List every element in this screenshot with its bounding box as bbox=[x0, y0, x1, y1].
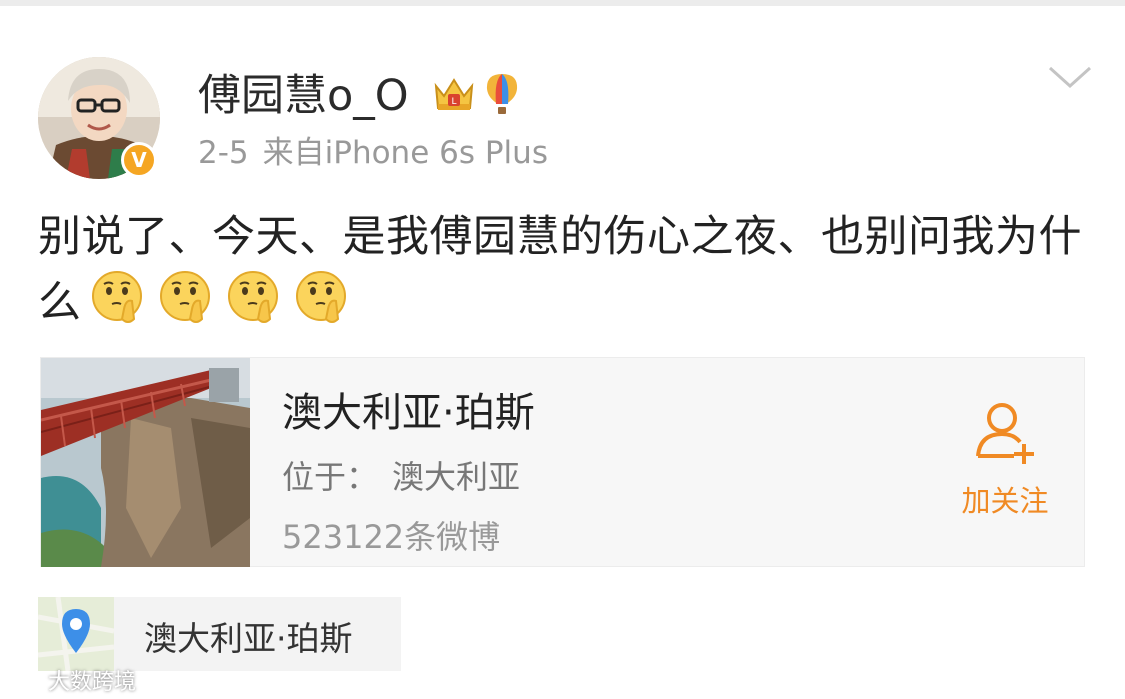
username[interactable]: 傅园慧o_O bbox=[198, 68, 409, 124]
svg-text:L: L bbox=[451, 97, 456, 107]
follow-label: 加关注 bbox=[961, 484, 1049, 518]
location-card-region: 位于： 澳大利亚 bbox=[282, 452, 520, 498]
add-user-icon bbox=[970, 403, 1040, 472]
post-count: 523122条微博 bbox=[282, 518, 501, 556]
post-text: 别说了、今天、是我傅园慧的伤心之夜、也别问我为什么 bbox=[38, 206, 1083, 345]
watermark-logo-icon bbox=[8, 670, 44, 695]
thinking-face-icon bbox=[292, 269, 350, 345]
post-source[interactable]: 来自iPhone 6s Plus bbox=[263, 135, 548, 171]
watermark-text: 大数跨境 bbox=[48, 670, 137, 695]
watermark: 大数跨境 bbox=[8, 664, 136, 696]
location-tag[interactable]: 澳大利亚·珀斯 bbox=[38, 597, 401, 671]
thinking-face-icon bbox=[156, 269, 214, 345]
crown-icon[interactable]: L bbox=[432, 74, 476, 118]
user-badges: L bbox=[432, 72, 520, 120]
location-card-title: 澳大利亚·珀斯 bbox=[282, 390, 535, 436]
top-divider bbox=[0, 0, 1125, 6]
follow-button[interactable]: 加关注 bbox=[945, 398, 1065, 528]
location-label: 位于： bbox=[282, 458, 379, 496]
post-meta: 2-5 来自iPhone 6s Plus bbox=[198, 133, 548, 173]
verified-badge: V bbox=[121, 142, 157, 178]
location-card[interactable]: 澳大利亚·珀斯 位于： 澳大利亚 523122条微博 加关注 bbox=[40, 357, 1085, 567]
chevron-down-icon[interactable] bbox=[1046, 62, 1094, 92]
location-tag-label: 澳大利亚·珀斯 bbox=[144, 619, 353, 658]
emoji-group bbox=[88, 269, 350, 345]
thinking-face-icon bbox=[88, 269, 146, 345]
thinking-face-icon bbox=[224, 269, 282, 345]
location-value: 澳大利亚 bbox=[392, 458, 521, 496]
hot-air-balloon-icon[interactable] bbox=[484, 72, 520, 120]
location-thumbnail bbox=[41, 358, 250, 567]
post-date: 2-5 bbox=[198, 135, 249, 171]
map-pin-icon bbox=[38, 597, 114, 671]
